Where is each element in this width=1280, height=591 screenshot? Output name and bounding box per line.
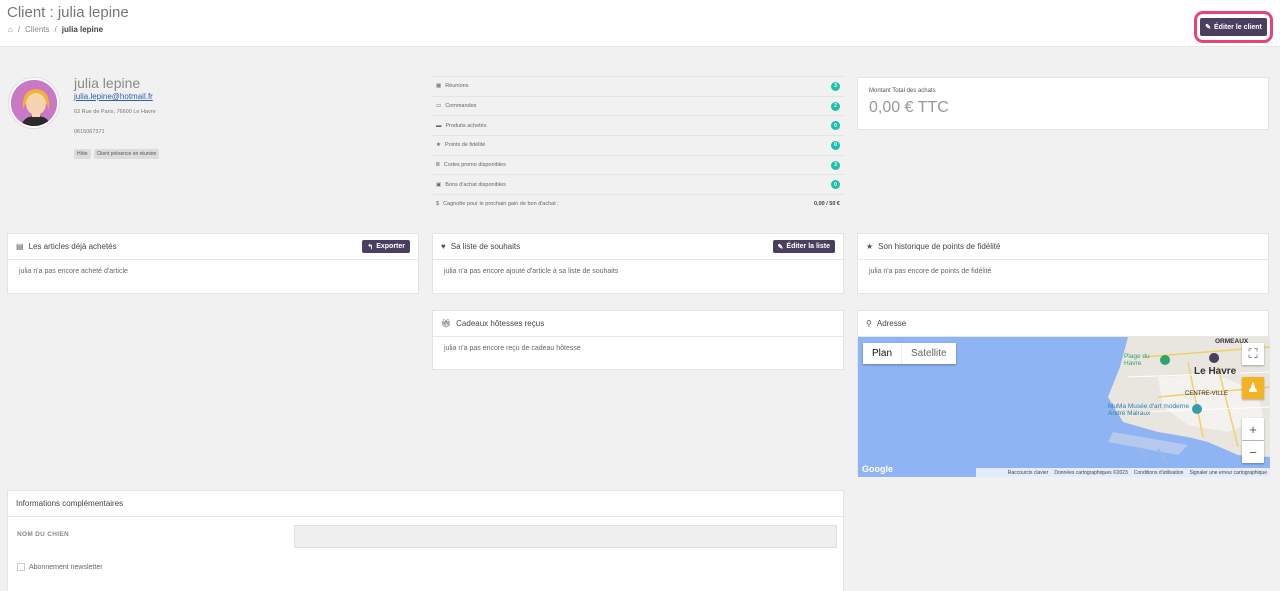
stat-row-promo-codes: Ⅲ Codes promo disponibles 3 [432,154,844,175]
stat-badge: 0 [831,180,840,190]
stat-row-orders: ▭ Commandes 2 [432,95,844,116]
card-empty-text: julia n'a pas encore de points de fidéli… [869,268,992,275]
card-title: Cadeaux hôtesses reçus [456,319,545,328]
card-title: Les articles déjà achetés [28,242,117,251]
map-tab-plan[interactable]: Plan [863,343,901,364]
dog-name-input[interactable] [294,525,837,548]
card-header: 🎁︎ Cadeaux hôtesses reçus [433,311,843,337]
pencil-icon: ✎ [1205,24,1211,31]
keyboard-shortcuts-link[interactable]: Raccourcis clavier [1008,470,1049,476]
breadcrumb: ⌂ / Clients / julia lepine [8,25,104,34]
profile-phone: 0615067371 [74,129,105,135]
card-empty-text: julia n'a pas encore acheté d'article [19,268,128,275]
jackpot-value: 0,00 / 50 € [814,201,840,208]
dog-name-label: NOM DU CHIEN [17,531,69,538]
stat-badge: 3 [831,160,840,170]
card-header: ★ Son historique de points de fidélité [858,234,1268,260]
report-error-link[interactable]: Signaler une erreur cartographique [1189,470,1267,476]
total-value: 0,00 € TTC [869,99,949,116]
page-title: Client : julia lepine [7,4,129,21]
map[interactable]: ORMEAUX Plage du Havre Le Havre CENTRE-V… [858,337,1270,477]
map-label-centre-ville: CENTRE-VILLE [1185,391,1229,397]
terms-link[interactable]: Conditions d'utilisation [1134,470,1184,476]
stat-badge: 0 [831,140,840,150]
box-icon: ▬ [436,122,442,129]
map-label-le-havre: Le Havre [1194,366,1237,377]
stats-list: ▦ Réunions 3 ▭ Commandes 2 ▬ Produits ac… [432,76,844,214]
stat-row-products: ▬ Produits achetés 0 [432,115,844,135]
stat-row-jackpot: $ Cagnotte pour le prochain gain de bon … [432,194,844,214]
stat-row-reunions: ▦ Réunions 3 [432,76,844,96]
map-type-tabs: Plan Satellite [863,343,956,364]
home-icon[interactable]: ⌂ [8,25,13,34]
card-title: Sa liste de souhaits [450,242,521,251]
dollar-icon: $ [436,201,440,208]
reply-icon: ↰ [367,243,374,251]
total-purchases-card: Montant Total des achats 0,00 € TTC [857,77,1269,130]
archive-icon: ▤ [16,242,24,251]
pencil-icon: ✎ [777,243,784,251]
total-label: Montant Total des achats [869,88,936,94]
stat-row-vouchers: ▣ Bons d'achat disponibles 0 [432,174,844,194]
card-header: ♥ Sa liste de souhaits ✎ Éditer la liste [433,234,843,260]
zoom-out-button[interactable]: − [1242,441,1264,463]
card-header: Informations complémentaires [8,491,843,517]
heart-icon: ♥ [441,242,446,251]
edit-client-button[interactable]: ✎ Éditer le client [1200,18,1267,36]
profile-name: julia lepine [74,75,141,91]
barcode-icon: Ⅲ [436,162,440,169]
breadcrumb-clients[interactable]: Clients [25,25,49,34]
wishlist-card: ♥ Sa liste de souhaits ✎ Éditer la liste… [432,233,844,294]
newsletter-row: Abonnement newsletter [17,563,103,571]
export-button[interactable]: ↰ Exporter [362,240,410,253]
map-marker-icon: ⚲ [866,319,872,328]
calendar-icon: ▦ [436,83,442,90]
zoom-in-button[interactable]: + [1242,418,1264,440]
map-label-plage: Plage du Havre [1124,353,1150,367]
map-data-credit: Données cartographiques ©2023 [1054,469,1128,476]
stat-badge: 2 [831,101,840,111]
card-title: Son historique de points de fidélité [878,242,1001,251]
card-header: ⚲ Adresse [858,311,1268,337]
edit-list-button[interactable]: ✎ Éditer la liste [772,240,835,253]
profile-address: 63 Rue de Paris, 76600 Le Havre [74,109,156,115]
avatar [9,78,59,128]
edit-client-highlight: ✎ Éditer le client [1194,11,1273,43]
star-icon: ★ [436,142,441,149]
extra-info-card: Informations complémentaires NOM DU CHIE… [7,490,844,591]
tag-meeting-presence: Client présence en réunion [93,149,160,159]
voucher-icon: ▣ [436,181,442,188]
pegman-icon[interactable]: ♟ [1242,377,1264,399]
card-title: Informations complémentaires [16,499,124,508]
breadcrumb-current: julia lepine [61,25,104,34]
map-tab-satellite[interactable]: Satellite [901,343,956,364]
host-gifts-card: 🎁︎ Cadeaux hôtesses reçus julia n'a pas … [432,310,844,370]
card-empty-text: julia n'a pas encore reçu de cadeau hôte… [444,345,581,352]
credit-card-icon: ▭ [436,103,442,110]
google-logo: Google [862,464,893,474]
address-card: ⚲ Adresse ORMEAUX Plage du Havre Le Havr… [857,310,1270,477]
map-footer: Raccourcis clavier Données cartographiqu… [976,468,1270,477]
card-empty-text: julia n'a pas encore ajouté d'article à … [444,268,619,275]
card-title: Adresse [876,319,907,328]
stat-badge: 0 [831,121,840,131]
top-bar: Client : julia lepine ⌂ / Clients / juli… [0,0,1280,47]
points-history-card: ★ Son historique de points de fidélité j… [857,233,1269,294]
gift-icon: 🎁︎ [441,319,452,328]
star-icon: ★ [866,242,874,251]
profile-tags: Hôte Client présence en réunion [74,149,160,159]
edit-client-label: Éditer le client [1214,23,1262,31]
fullscreen-icon[interactable]: ⛶ [1242,343,1264,365]
newsletter-checkbox[interactable] [17,563,25,571]
map-label-muma: MuMa Musée d'art moderne André Malraux [1108,403,1190,417]
card-header: ▤ Les articles déjà achetés ↰ Exporter [8,234,418,260]
purchased-articles-card: ▤ Les articles déjà achetés ↰ Exporter j… [7,233,419,294]
profile-email-link[interactable]: julia.lepine@hotmail.fr [74,92,153,101]
stat-badge: 3 [831,81,840,91]
newsletter-label: Abonnement newsletter [29,563,103,571]
stat-row-points: ★ Points de fidélité 0 [432,135,844,155]
tag-host: Hôte [74,149,91,159]
